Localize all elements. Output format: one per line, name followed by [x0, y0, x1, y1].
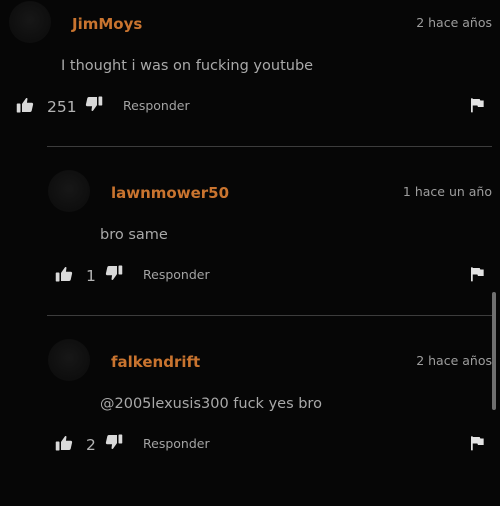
comment-author[interactable]: lawnmower50 [111, 184, 229, 202]
reply-button[interactable]: Responder [123, 98, 190, 113]
like-count: 2 [86, 436, 96, 454]
thumbs-down-icon[interactable] [85, 95, 103, 113]
comment-timestamp: 1 hace un año [402, 184, 492, 199]
comments-thread: JimMoys 2 hace años I thought i was on f… [0, 0, 500, 506]
comment-text: I thought i was on fucking youtube [61, 58, 314, 74]
flag-icon[interactable] [469, 435, 485, 451]
reply-divider [47, 315, 492, 316]
thumbs-up-icon[interactable] [16, 96, 34, 114]
flag-icon[interactable] [469, 266, 485, 282]
avatar[interactable] [9, 1, 51, 43]
thumbs-up-icon[interactable] [55, 434, 73, 452]
comment-text: @2005lexusis300 fuck yes bro [100, 396, 322, 412]
avatar[interactable] [48, 339, 90, 381]
reply-button[interactable]: Responder [143, 267, 210, 282]
flag-icon[interactable] [469, 97, 485, 113]
comment-timestamp: 2 hace años [416, 15, 492, 30]
like-count: 1 [86, 267, 96, 285]
comment-timestamp: 2 hace años [416, 353, 492, 368]
comment-author[interactable]: JimMoys [72, 15, 142, 33]
thumbs-down-icon[interactable] [105, 433, 123, 451]
comment-text: bro same [100, 227, 168, 243]
reply-button[interactable]: Responder [143, 436, 210, 451]
scrollbar-thumb[interactable] [492, 292, 496, 410]
thumbs-down-icon[interactable] [105, 264, 123, 282]
comment-author[interactable]: falkendrift [111, 353, 200, 371]
thumbs-up-icon[interactable] [55, 265, 73, 283]
reply-divider [47, 146, 492, 147]
like-count: 251 [47, 98, 77, 116]
avatar[interactable] [48, 170, 90, 212]
